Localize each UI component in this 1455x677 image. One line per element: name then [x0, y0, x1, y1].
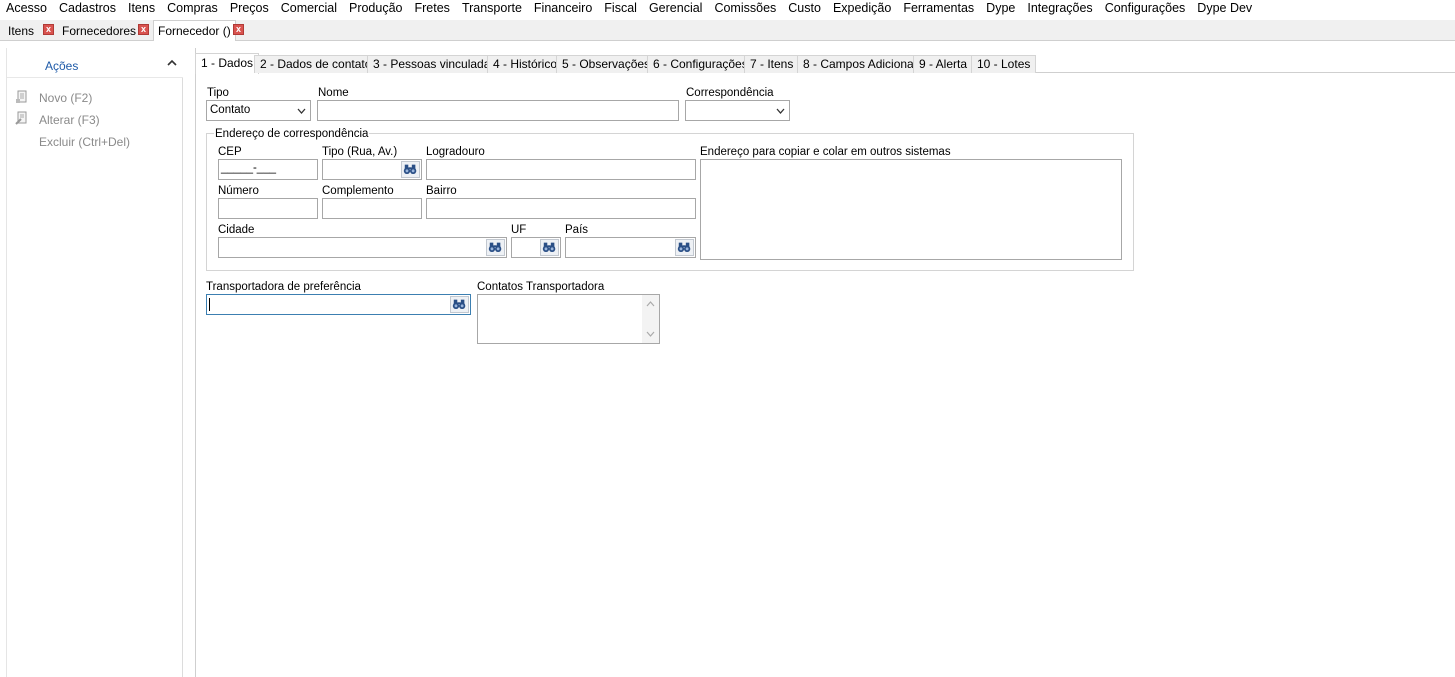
menu-cadastros[interactable]: Cadastros [53, 0, 122, 16]
cep-label: CEP [218, 146, 242, 158]
bairro-label: Bairro [426, 185, 457, 197]
tipo-rua-label: Tipo (Rua, Av.) [322, 146, 398, 158]
close-itens-tab-icon[interactable]: x [43, 24, 54, 35]
numero-input[interactable] [218, 198, 318, 219]
tab-itens[interactable]: 7 - Itens [744, 55, 800, 73]
binoculars-search-icon[interactable] [486, 239, 505, 256]
tipo-label: Tipo [207, 87, 229, 99]
menu-itens[interactable]: Itens [122, 0, 161, 16]
pais-label: País [565, 224, 589, 236]
correspondencia-select[interactable] [685, 100, 790, 121]
menu-custo[interactable]: Custo [782, 0, 827, 16]
logradouro-label: Logradouro [426, 146, 485, 158]
document-new-icon [16, 90, 27, 103]
tab-historico[interactable]: 4 - Histórico [487, 55, 564, 73]
form-tabs: 1 - Dados 2 - Dados de contato 3 - Pesso… [195, 53, 1455, 74]
binoculars-search-icon[interactable] [450, 296, 469, 313]
nome-input[interactable] [317, 100, 679, 121]
bairro-input[interactable] [426, 198, 696, 219]
chevron-up-icon[interactable] [166, 57, 178, 69]
tab-dados-contato[interactable]: 2 - Dados de contato [254, 55, 378, 73]
transportadora-label: Transportadora de preferência [206, 281, 361, 293]
menu-integracoes[interactable]: Integrações [1021, 0, 1098, 16]
tab-pessoas-vinculadas[interactable]: 3 - Pessoas vinculadas [367, 55, 503, 73]
close-fornecedor-tab-icon[interactable]: x [233, 24, 244, 35]
cep-input[interactable]: _____-___ [218, 159, 318, 180]
complemento-input[interactable] [322, 198, 422, 219]
transportadora-input[interactable] [206, 294, 471, 315]
document-tabs: Itens x Fornecedores x Fornecedor () x [0, 20, 1455, 41]
edit-action[interactable]: Alterar (F3) [39, 113, 100, 127]
cidade-input[interactable] [218, 237, 507, 258]
chevron-down-icon [297, 108, 306, 114]
correspondencia-label: Correspondência [686, 87, 774, 99]
menu-bar: Acesso Cadastros Itens Compras Preços Co… [0, 0, 1455, 16]
tab-configuracoes[interactable]: 6 - Configurações [647, 55, 754, 73]
menu-acesso[interactable]: Acesso [0, 0, 53, 16]
contatos-transportadora-label: Contatos Transportadora [477, 281, 605, 293]
scroll-up-icon[interactable] [646, 301, 655, 307]
menu-fiscal[interactable]: Fiscal [598, 0, 643, 16]
text-caret [209, 298, 210, 311]
doc-tab-fornecedores[interactable]: Fornecedores [58, 22, 140, 41]
pais-input[interactable] [565, 237, 696, 258]
tipo-value: Contato [210, 104, 251, 116]
numero-label: Número [218, 185, 259, 197]
chevron-down-icon [776, 108, 785, 114]
binoculars-search-icon[interactable] [401, 161, 420, 178]
document-edit-icon [15, 111, 27, 125]
tab-dados[interactable]: 1 - Dados [195, 53, 260, 74]
menu-gerencial[interactable]: Gerencial [643, 0, 709, 16]
close-fornecedores-tab-icon[interactable]: x [138, 24, 149, 35]
uf-input[interactable] [511, 237, 561, 258]
new-action[interactable]: Novo (F2) [39, 91, 92, 105]
complemento-label: Complemento [322, 185, 394, 197]
menu-financeiro[interactable]: Financeiro [528, 0, 598, 16]
actions-title: Ações [45, 59, 79, 73]
cidade-label: Cidade [218, 224, 255, 236]
nome-label: Nome [318, 87, 349, 99]
logradouro-input[interactable] [426, 159, 696, 180]
menu-expedicao[interactable]: Expedição [827, 0, 897, 16]
tipo-select[interactable]: Contato [206, 100, 311, 121]
menu-comissoes[interactable]: Comissões [708, 0, 782, 16]
address-group-title: Endereço de correspondência [214, 128, 370, 140]
vertical-scrollbar[interactable] [642, 295, 659, 343]
menu-producao[interactable]: Produção [343, 0, 409, 16]
menu-comercial[interactable]: Comercial [275, 0, 343, 16]
actions-header[interactable]: Ações [7, 48, 183, 78]
cep-mask: _____-___ [221, 162, 276, 174]
binoculars-search-icon[interactable] [675, 239, 694, 256]
menu-dype-dev[interactable]: Dype Dev [1191, 0, 1258, 16]
binoculars-search-icon[interactable] [540, 239, 559, 256]
contatos-transportadora-list[interactable] [477, 294, 660, 344]
menu-dype[interactable]: Dype [980, 0, 1021, 16]
menu-compras[interactable]: Compras [161, 0, 224, 16]
tab-observacoes[interactable]: 5 - Observações [556, 55, 657, 73]
menu-ferramentas[interactable]: Ferramentas [897, 0, 980, 16]
tipo-rua-input[interactable] [322, 159, 422, 180]
uf-label: UF [511, 224, 527, 236]
doc-tab-itens[interactable]: Itens [4, 22, 38, 41]
tab-campos-adicionais[interactable]: 8 - Campos Adicionais [797, 55, 929, 73]
copiar-label: Endereço para copiar e colar em outros s… [700, 146, 951, 158]
delete-action[interactable]: Excluir (Ctrl+Del) [39, 135, 130, 149]
tab-lotes[interactable]: 10 - Lotes [971, 55, 1037, 73]
actions-panel: Ações Novo (F2) Alterar (F3) Excluir (Ct… [6, 48, 183, 677]
address-copy-textarea[interactable] [700, 159, 1122, 260]
menu-precos[interactable]: Preços [224, 0, 275, 16]
menu-fretes[interactable]: Fretes [409, 0, 456, 16]
scroll-down-icon[interactable] [646, 331, 655, 337]
doc-tab-fornecedor[interactable]: Fornecedor () [153, 20, 236, 41]
tab-alerta[interactable]: 9 - Alerta [913, 55, 974, 73]
menu-configuracoes[interactable]: Configurações [1099, 0, 1192, 16]
menu-transporte[interactable]: Transporte [456, 0, 528, 16]
